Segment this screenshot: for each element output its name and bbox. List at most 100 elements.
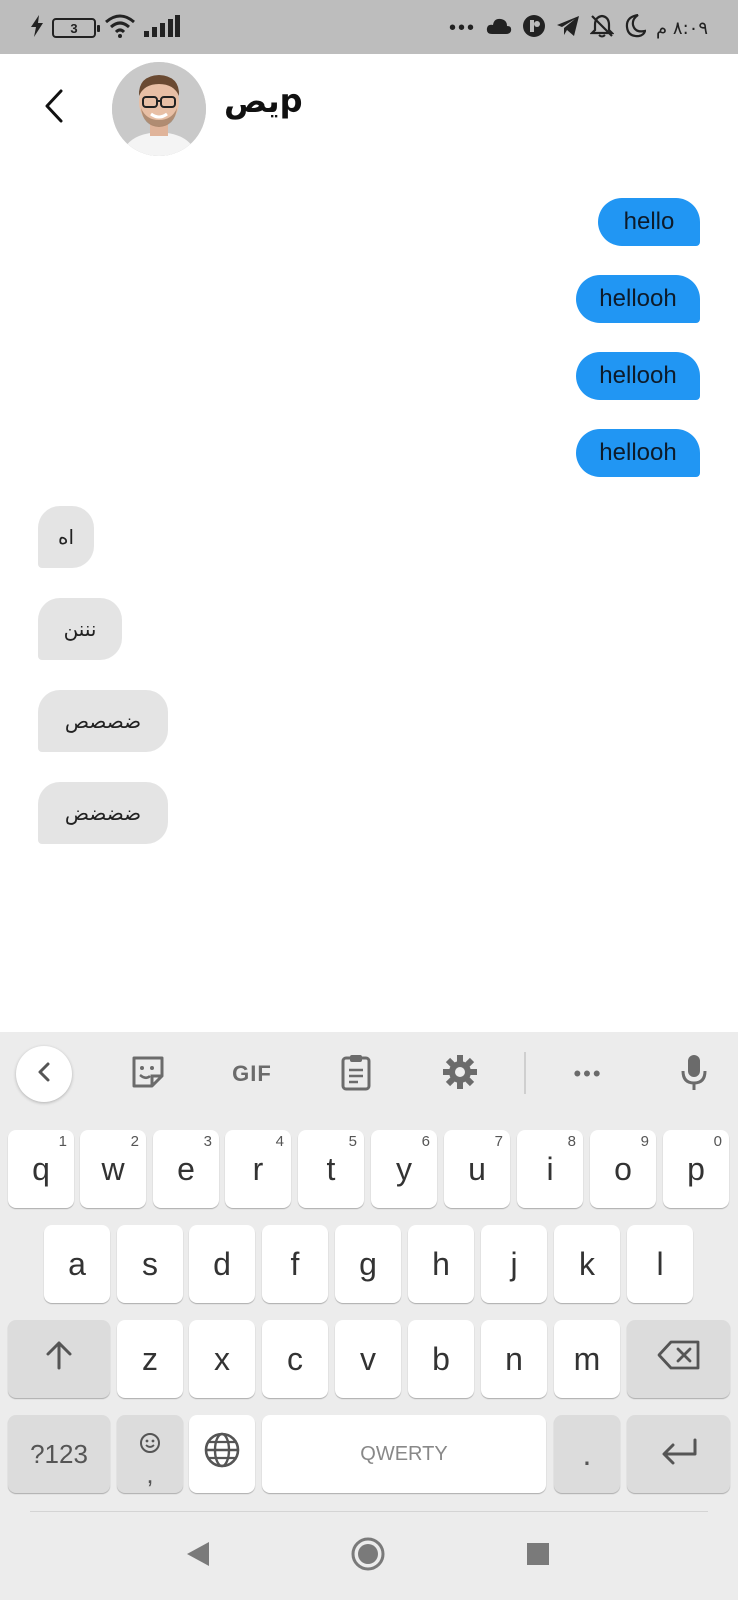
keyboard: GIF ••• q1 w2 e3 r4 t5 y6 u7 i8 o9 p0 a … (0, 1032, 738, 1600)
navigation-bar (0, 1512, 738, 1600)
message-outgoing[interactable]: hello (598, 198, 700, 246)
nav-back-button[interactable] (176, 1536, 220, 1576)
nav-recents-button[interactable] (516, 1536, 560, 1576)
clipboard-button[interactable] (328, 1046, 384, 1102)
key-hint: 8 (567, 1133, 576, 1150)
key-g[interactable]: g (335, 1225, 401, 1303)
avatar[interactable] (112, 62, 206, 156)
gear-icon (442, 1054, 478, 1095)
settings-button[interactable] (432, 1046, 488, 1102)
key-e[interactable]: e3 (153, 1130, 219, 1208)
more-button[interactable]: ••• (560, 1046, 616, 1102)
key-n[interactable]: n (481, 1320, 547, 1398)
arrow-up-icon (44, 1340, 74, 1378)
sticker-button[interactable] (120, 1046, 176, 1102)
message-outgoing[interactable]: hellooh (576, 275, 700, 323)
key-b[interactable]: b (408, 1320, 474, 1398)
key-hint: 9 (640, 1133, 649, 1150)
key-label: p (687, 1150, 705, 1187)
key-i[interactable]: i8 (517, 1130, 583, 1208)
shift-key[interactable] (8, 1320, 110, 1398)
key-h[interactable]: h (408, 1225, 474, 1303)
key-label: r (252, 1150, 264, 1187)
key-label: o (614, 1150, 632, 1187)
collapse-toolbar-button[interactable] (16, 1046, 72, 1102)
key-hint: 4 (275, 1133, 284, 1150)
message-incoming[interactable]: ضصصص (38, 690, 168, 752)
gif-button[interactable]: GIF (224, 1046, 280, 1102)
message-outgoing[interactable]: hellooh (576, 352, 700, 400)
backspace-key[interactable] (627, 1320, 730, 1398)
comma-label: , (146, 1458, 154, 1489)
key-f[interactable]: f (262, 1225, 328, 1303)
key-c[interactable]: c (262, 1320, 328, 1398)
period-key[interactable]: . (554, 1415, 620, 1493)
message-incoming[interactable]: نننن (38, 598, 122, 660)
voice-input-button[interactable] (666, 1046, 722, 1102)
key-label: e (177, 1150, 195, 1187)
key-s[interactable]: s (117, 1225, 183, 1303)
space-key[interactable]: QWERTY (262, 1415, 546, 1493)
key-label: u (468, 1150, 486, 1187)
emoji-icon (139, 1425, 161, 1462)
chevron-left-icon (43, 88, 65, 129)
key-hint: 0 (713, 1133, 722, 1150)
key-t[interactable]: t5 (298, 1130, 364, 1208)
key-label: i (546, 1150, 554, 1187)
key-hint: 7 (494, 1133, 503, 1150)
key-label: y (396, 1150, 412, 1187)
key-label: w (101, 1150, 125, 1187)
enter-key[interactable] (627, 1415, 730, 1493)
signal-icon (144, 14, 180, 42)
language-key[interactable] (189, 1415, 255, 1493)
contact-name[interactable]: يصp (224, 82, 303, 120)
key-a[interactable]: a (44, 1225, 110, 1303)
charging-icon (30, 14, 44, 42)
status-right: ••• ٨:٠٩ م (449, 13, 708, 43)
back-button[interactable] (36, 86, 72, 130)
key-p[interactable]: p0 (663, 1130, 729, 1208)
key-v[interactable]: v (335, 1320, 401, 1398)
key-hint: 6 (421, 1133, 430, 1150)
key-hint: 1 (58, 1133, 67, 1150)
status-left: 3 (30, 14, 180, 42)
notification-dots: ••• (449, 17, 477, 39)
key-x[interactable]: x (189, 1320, 255, 1398)
key-hint: 2 (130, 1133, 139, 1150)
message-outgoing[interactable]: hellooh (576, 429, 700, 477)
key-w[interactable]: w2 (80, 1130, 146, 1208)
globe-icon (203, 1431, 241, 1477)
app-icon (522, 14, 546, 43)
chevron-left-icon (36, 1061, 52, 1088)
key-d[interactable]: d (189, 1225, 255, 1303)
key-j[interactable]: j (481, 1225, 547, 1303)
key-q[interactable]: q1 (8, 1130, 74, 1208)
telegram-icon (556, 15, 580, 42)
key-o[interactable]: o9 (590, 1130, 656, 1208)
message-incoming[interactable]: ضضضض (38, 782, 168, 844)
comma-key[interactable]: , (117, 1415, 183, 1493)
message-incoming[interactable]: اه (38, 506, 94, 568)
toolbar-divider (524, 1052, 526, 1094)
keyboard-toolbar: GIF ••• (0, 1032, 738, 1114)
key-hint: 3 (203, 1133, 212, 1150)
cloud-icon (486, 17, 512, 40)
key-y[interactable]: y6 (371, 1130, 437, 1208)
home-circle-icon (350, 1536, 386, 1577)
recents-square-icon (526, 1542, 550, 1571)
back-triangle-icon (185, 1540, 211, 1573)
nav-home-button[interactable] (346, 1536, 390, 1576)
key-z[interactable]: z (117, 1320, 183, 1398)
key-m[interactable]: m (554, 1320, 620, 1398)
key-r[interactable]: r4 (225, 1130, 291, 1208)
symbols-key[interactable]: ?123 (8, 1415, 110, 1493)
status-time: ٨:٠٩ م (656, 17, 708, 39)
key-u[interactable]: u7 (444, 1130, 510, 1208)
key-k[interactable]: k (554, 1225, 620, 1303)
key-l[interactable]: l (627, 1225, 693, 1303)
battery-level: 3 (70, 20, 78, 36)
backspace-icon (657, 1340, 701, 1378)
key-label: t (326, 1150, 336, 1187)
clipboard-icon (340, 1053, 372, 1096)
key-label: q (32, 1150, 50, 1187)
